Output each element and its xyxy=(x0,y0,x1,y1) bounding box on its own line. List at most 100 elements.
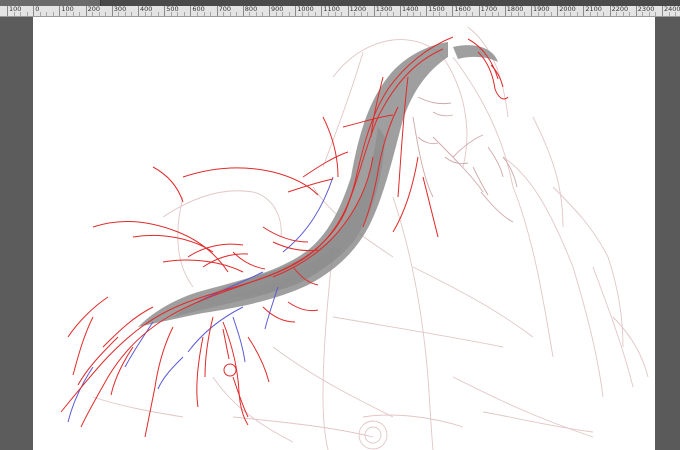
ruler-tick xyxy=(400,6,401,16)
ruler-minor-tick xyxy=(485,12,487,16)
ruler-minor-tick xyxy=(550,12,552,16)
ruler-tick xyxy=(216,6,218,16)
hair-shading xyxy=(138,42,498,327)
ruler-label: 2000 xyxy=(559,6,576,13)
ruler-minor-tick xyxy=(341,12,343,16)
ruler-tick xyxy=(295,6,297,16)
ruler-tick xyxy=(662,6,663,16)
ruler-label: 1500 xyxy=(428,6,445,13)
ruler-minor-tick xyxy=(255,12,257,16)
ruler-minor-tick xyxy=(524,12,526,16)
ruler-tick xyxy=(164,6,166,16)
ruler-minor-tick xyxy=(517,12,519,16)
ruler-minor-tick xyxy=(105,12,107,16)
ruler-minor-tick xyxy=(262,12,264,16)
ruler-label: 1300 xyxy=(375,6,393,13)
ruler-minor-tick xyxy=(282,12,284,16)
ruler-minor-tick xyxy=(13,12,15,16)
ruler-minor-tick xyxy=(596,12,598,16)
ruler-minor-tick xyxy=(196,12,198,16)
ruler-tick xyxy=(373,6,375,16)
ruler-minor-tick xyxy=(157,12,159,16)
ruler-minor-tick xyxy=(334,12,336,16)
ruler-tick xyxy=(7,6,8,16)
ruler-tick xyxy=(85,6,87,16)
ruler-minor-tick xyxy=(65,12,67,16)
ruler-minor-tick xyxy=(131,12,133,16)
ruler-minor-tick xyxy=(622,12,624,16)
ruler-minor-tick xyxy=(360,12,362,16)
ruler-tick xyxy=(426,6,428,16)
ruler-minor-tick xyxy=(52,12,54,16)
ruler-minor-tick xyxy=(72,12,74,16)
ruler-minor-tick xyxy=(124,12,126,16)
ruler-minor-tick xyxy=(327,12,329,16)
ruler-minor-tick xyxy=(144,12,146,16)
ruler-minor-tick xyxy=(432,12,434,16)
hair-red-lines xyxy=(60,36,509,438)
ruler-tick xyxy=(111,6,113,16)
ruler-label: 1700 xyxy=(480,6,498,13)
ruler-minor-tick xyxy=(570,12,572,16)
ruler-minor-tick xyxy=(183,12,185,16)
ruler-minor-tick xyxy=(419,12,421,16)
ruler-minor-tick xyxy=(642,12,644,16)
drawing-canvas[interactable] xyxy=(33,17,655,450)
ruler-label: 0 xyxy=(35,6,40,13)
ruler-tick xyxy=(531,6,532,16)
ruler-label: 2100 xyxy=(585,6,602,13)
ruler-minor-tick xyxy=(354,12,356,16)
ruler-label: 1400 xyxy=(402,6,419,13)
ruler-minor-tick xyxy=(308,12,310,16)
ruler-minor-tick xyxy=(170,12,172,16)
ruler-minor-tick xyxy=(210,12,212,16)
ruler-minor-tick xyxy=(537,12,539,16)
canvas-area[interactable] xyxy=(0,17,680,450)
ruler-minor-tick xyxy=(413,12,415,16)
ruler-minor-tick xyxy=(301,12,303,16)
body-sketch-lines xyxy=(92,26,649,450)
ruler-tick xyxy=(504,6,506,16)
ruler-label: 1100 xyxy=(323,6,340,13)
ruler-minor-tick xyxy=(576,12,578,16)
ruler-label: 1600 xyxy=(454,6,471,13)
horizontal-ruler: 100 0 100 200 300 400 500 600 700 800 900 1000 1100 1… xyxy=(0,6,680,17)
ruler-label: 1200 xyxy=(349,6,367,13)
ruler-minor-tick xyxy=(563,12,565,16)
ruler-minor-tick xyxy=(668,12,670,16)
ruler-minor-tick xyxy=(288,12,290,16)
ruler-tick xyxy=(321,6,323,16)
ruler-tick xyxy=(33,6,35,16)
ruler-tick xyxy=(347,6,349,16)
ruler-tick xyxy=(557,6,559,16)
ruler-tick xyxy=(59,6,61,16)
ruler-tick xyxy=(190,6,192,16)
ruler-tick xyxy=(138,6,139,16)
ruler-label: 1000 xyxy=(297,6,314,13)
ruler-minor-tick xyxy=(439,12,441,16)
ruler-minor-tick xyxy=(629,12,631,16)
ruler-minor-tick xyxy=(406,12,408,16)
ruler-minor-tick xyxy=(498,12,500,16)
ruler-minor-tick xyxy=(472,12,474,16)
ruler-minor-tick xyxy=(98,12,100,16)
ruler-minor-tick xyxy=(393,12,395,16)
ruler-label: 2200 xyxy=(611,6,629,13)
ruler-minor-tick xyxy=(458,12,460,16)
ruler-minor-tick xyxy=(603,12,605,16)
ruler-tick xyxy=(635,6,637,16)
vertical-scrollbar[interactable] xyxy=(655,17,680,450)
ruler-minor-tick xyxy=(465,12,467,16)
ruler-minor-tick xyxy=(229,12,231,16)
ruler-minor-tick xyxy=(589,12,591,16)
ruler-minor-tick xyxy=(177,12,179,16)
ruler-label: 2300 xyxy=(637,6,655,13)
ruler-tick xyxy=(452,6,454,16)
sketch-artwork[interactable] xyxy=(33,17,655,450)
ruler-tick xyxy=(609,6,611,16)
ruler-minor-tick xyxy=(79,12,81,16)
ruler-minor-tick xyxy=(46,12,48,16)
canvas-gutter-left xyxy=(0,17,33,450)
ruler-tick xyxy=(269,6,270,16)
ruler-minor-tick xyxy=(655,12,657,16)
